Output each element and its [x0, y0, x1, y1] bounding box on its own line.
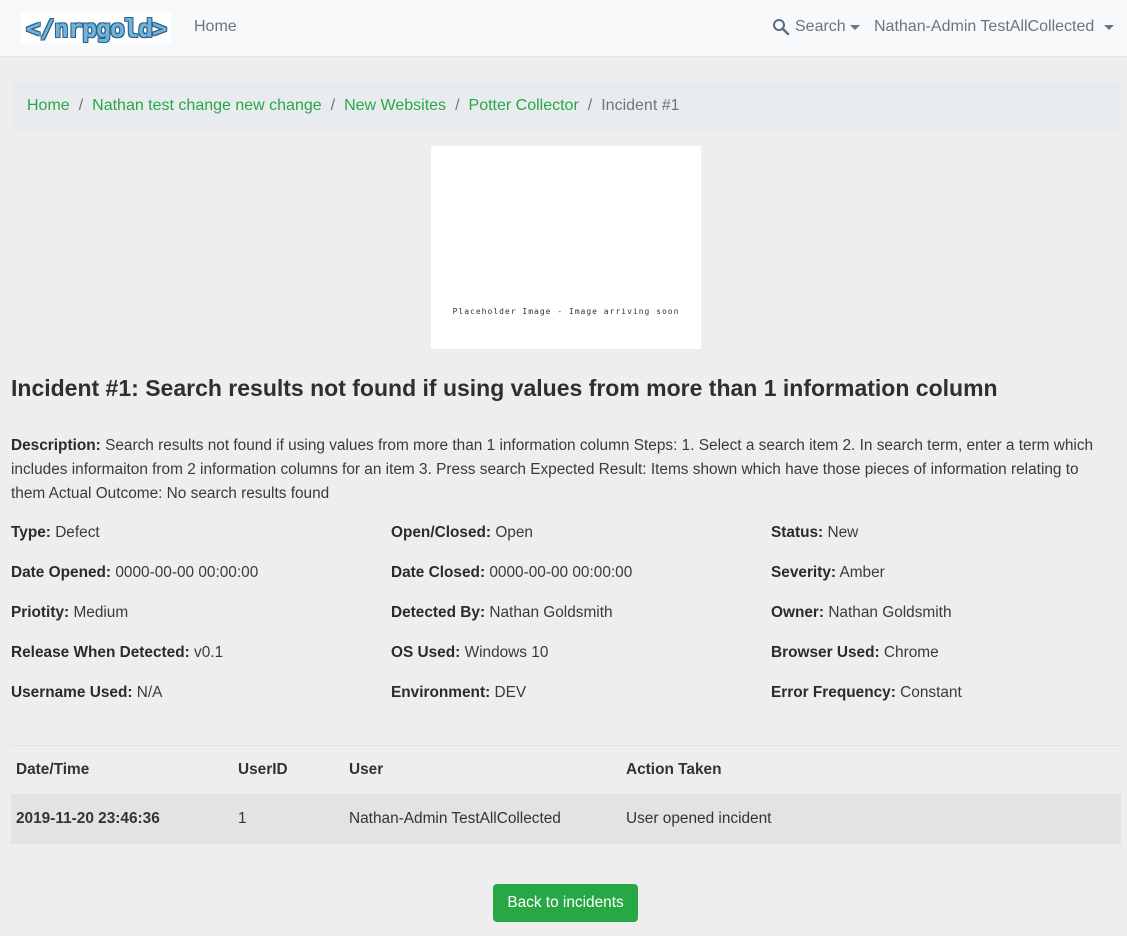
- description-label: Description:: [11, 437, 101, 454]
- field-label: Priotity:: [11, 604, 70, 621]
- field-priority: Priotity: Medium: [11, 604, 128, 622]
- breadcrumb-item-home[interactable]: Home: [27, 97, 70, 115]
- field-username-used: Username Used: N/A: [11, 684, 162, 702]
- field-value: Windows 10: [464, 644, 549, 661]
- image-caption: Placeholder Image - Image arriving soon: [452, 307, 680, 316]
- column-header-datetime: Date/Time: [11, 745, 233, 795]
- field-severity: Severity: Amber: [771, 564, 885, 582]
- column-header-action: Action Taken: [621, 745, 1121, 795]
- nav-search-label: Search: [795, 18, 846, 35]
- field-value: N/A: [136, 684, 163, 701]
- search-icon: [773, 19, 790, 36]
- field-label: Error Frequency:: [771, 684, 896, 701]
- field-label: Open/Closed:: [391, 524, 492, 541]
- table-header-row: Date/Time UserID User Action Taken: [11, 745, 1121, 795]
- cell-datetime: 2019-11-20 23:46:36: [11, 794, 233, 844]
- description-text: Search results not found if using values…: [11, 437, 1094, 502]
- breadcrumb-separator: /: [455, 97, 460, 114]
- field-date-opened: Date Opened: 0000-00-00 00:00:00: [11, 564, 258, 582]
- field-label: Status:: [771, 524, 824, 541]
- field-label: Detected By:: [391, 604, 486, 621]
- field-value: Nathan Goldsmith: [828, 604, 952, 621]
- field-status: Status: New: [771, 524, 858, 542]
- incident-description: Description: Search results not found if…: [11, 434, 1116, 506]
- nav-home-link[interactable]: Home: [194, 18, 237, 36]
- field-owner: Owner: Nathan Goldsmith: [771, 604, 952, 622]
- top-navbar: </nrpgold> Home Search Nathan-Admin Test…: [0, 0, 1127, 57]
- nav-search-dropdown[interactable]: Search: [772, 18, 860, 36]
- breadcrumb: Home / Nathan test change new change / N…: [11, 82, 1121, 130]
- field-detected-by: Detected By: Nathan Goldsmith: [391, 604, 613, 622]
- table-row: 2019-11-20 23:46:36 1 Nathan-Admin TestA…: [11, 794, 1121, 844]
- field-label: Date Opened:: [11, 564, 112, 581]
- field-value: Nathan Goldsmith: [489, 604, 613, 621]
- field-type: Type: Defect: [11, 524, 100, 542]
- breadcrumb-item-category[interactable]: New Websites: [344, 97, 446, 115]
- field-open-closed: Open/Closed: Open: [391, 524, 533, 542]
- field-error-frequency: Error Frequency: Constant: [771, 684, 962, 702]
- field-value: Open: [495, 524, 533, 541]
- field-label: Environment:: [391, 684, 491, 701]
- incident-image: Placeholder Image - Image arriving soon: [431, 146, 701, 349]
- field-value: Constant: [900, 684, 962, 701]
- field-label: OS Used:: [391, 644, 461, 661]
- field-value: 0000-00-00 00:00:00: [115, 564, 259, 581]
- field-os-used: OS Used: Windows 10: [391, 644, 548, 662]
- field-label: Owner:: [771, 604, 825, 621]
- field-date-closed: Date Closed: 0000-00-00 00:00:00: [391, 564, 632, 582]
- back-to-incidents-button[interactable]: Back to incidents: [493, 884, 638, 922]
- field-value: DEV: [494, 684, 527, 701]
- field-value: Amber: [839, 564, 885, 581]
- cell-action: User opened incident: [621, 794, 1121, 844]
- field-value: Chrome: [883, 644, 939, 661]
- breadcrumb-item-project[interactable]: Nathan test change new change: [92, 97, 322, 115]
- field-value: Defect: [55, 524, 100, 541]
- field-label: Date Closed:: [391, 564, 486, 581]
- page-title: Incident #1: Search results not found if…: [11, 375, 998, 401]
- breadcrumb-item-current: Incident #1: [601, 97, 680, 114]
- column-header-user: User: [344, 745, 621, 795]
- field-value: v0.1: [194, 644, 224, 661]
- chevron-down-icon: [1104, 24, 1115, 30]
- cell-user: Nathan-Admin TestAllCollected: [344, 794, 621, 844]
- breadcrumb-separator: /: [330, 97, 336, 114]
- field-value: 0000-00-00 00:00:00: [489, 564, 633, 581]
- field-label: Browser Used:: [771, 644, 880, 661]
- field-label: Type:: [11, 524, 51, 541]
- field-browser-used: Browser Used: Chrome: [771, 644, 939, 662]
- field-label: Release When Detected:: [11, 644, 190, 661]
- column-header-userid: UserID: [233, 745, 344, 795]
- brand-logo[interactable]: </nrpgold>: [21, 13, 171, 43]
- breadcrumb-separator: /: [587, 97, 593, 114]
- breadcrumb-item-website[interactable]: Potter Collector: [469, 97, 579, 115]
- chevron-down-icon: [849, 24, 860, 30]
- field-value: Medium: [73, 604, 129, 621]
- field-release: Release When Detected: v0.1: [11, 644, 223, 662]
- field-environment: Environment: DEV: [391, 684, 526, 702]
- field-value: New: [827, 524, 859, 541]
- breadcrumb-separator: /: [78, 97, 84, 114]
- field-label: Severity:: [771, 564, 837, 581]
- incident-history-table: Date/Time UserID User Action Taken 2019-…: [11, 745, 1121, 844]
- cell-userid: 1: [233, 794, 344, 844]
- field-label: Username Used:: [11, 684, 133, 701]
- nav-user-label: Nathan-Admin TestAllCollected: [874, 18, 1095, 35]
- nav-user-dropdown[interactable]: Nathan-Admin TestAllCollected: [874, 18, 1115, 36]
